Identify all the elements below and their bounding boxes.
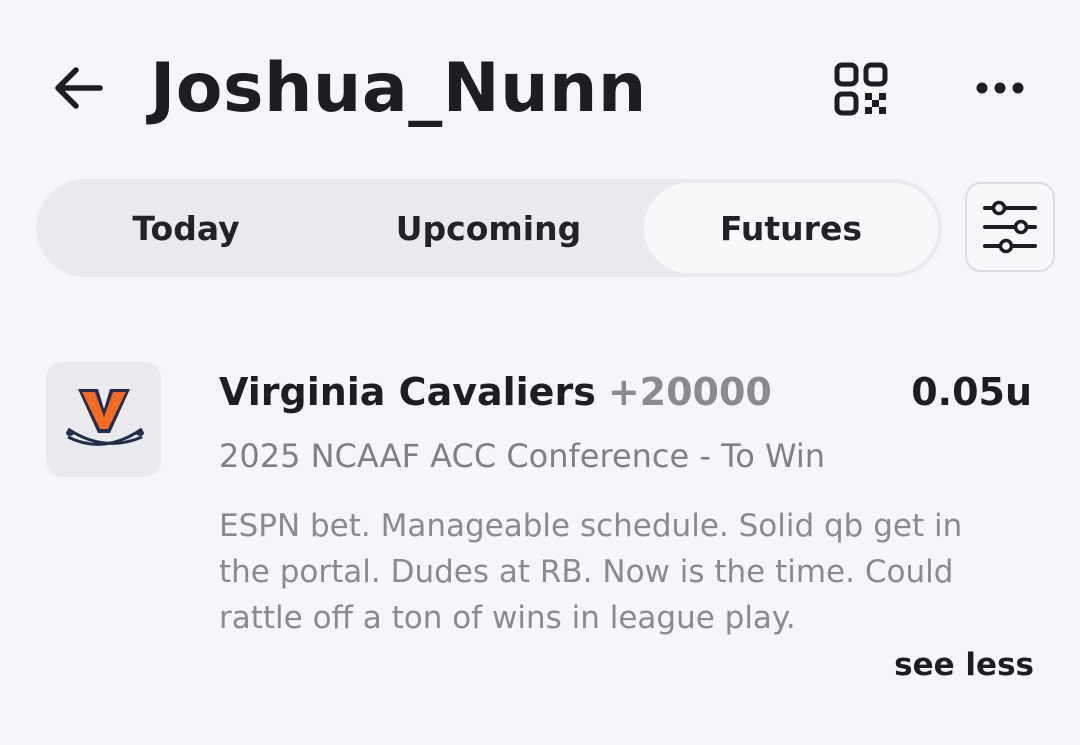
more-options-button[interactable] — [968, 62, 1032, 114]
bet-units: 0.05u — [911, 370, 1032, 414]
qr-code-icon — [834, 62, 888, 116]
page-title: Joshua_Nunn — [150, 49, 647, 128]
virginia-cavaliers-logo — [65, 388, 144, 446]
bettor-profile-screen: Joshua_Nunn Today Upcoming Futures Virgi… — [0, 0, 1080, 745]
bet-title: Virginia Cavaliers +20000 — [219, 366, 772, 418]
more-horizontal-icon — [976, 82, 1024, 94]
bet-notes: ESPN bet. Manageable schedule. Solid qb … — [219, 508, 963, 636]
arrow-left-icon — [55, 67, 103, 109]
tab-futures[interactable]: Futures — [644, 183, 938, 273]
bet-odds: +20000 — [607, 370, 772, 414]
qr-code-button[interactable] — [830, 58, 892, 120]
tab-upcoming[interactable]: Upcoming — [336, 179, 641, 277]
see-less-link[interactable]: see less — [894, 643, 1034, 687]
tab-today[interactable]: Today — [36, 179, 336, 277]
filter-button[interactable] — [965, 182, 1055, 272]
bet-period-tabs: Today Upcoming Futures — [36, 179, 942, 277]
bet-market: 2025 NCAAF ACC Conference - To Win — [219, 437, 826, 475]
team-name: Virginia Cavaliers — [219, 370, 596, 414]
sliders-icon — [983, 200, 1037, 254]
back-button[interactable] — [48, 58, 108, 118]
team-logo — [46, 362, 161, 477]
